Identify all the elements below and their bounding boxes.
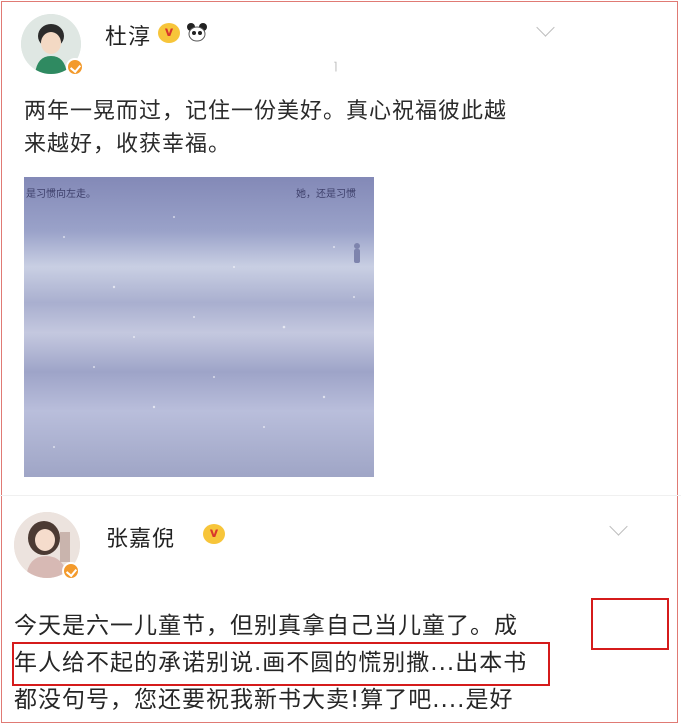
divider-mark: ⌉ [333,60,338,73]
post-image[interactable]: 是习惯向左走。 她，还是习惯 [24,177,374,477]
panda-icon [187,23,207,42]
emoji-icon: v [203,524,225,544]
post-text-line: 都没句号，您还要祝我新书大卖!算了吧....是好 [14,687,514,713]
post-divider [0,495,681,496]
post-text-line: 今天是六一儿童节，但别真拿自己当儿童了。成 [14,613,518,639]
username[interactable]: 张嘉倪 [106,521,175,553]
highlight-box [591,598,669,650]
image-caption-left: 是习惯向左走。 [26,189,96,200]
post-text-line: 来越好，收获幸福。 [24,132,232,157]
emoji-icon: v [158,23,180,43]
verified-icon [66,58,84,76]
highlight-box [12,642,550,686]
post-text: 两年一晃而过，记住一份美好。真心祝福彼此越 来越好，收获幸福。 [24,95,584,161]
username[interactable]: 杜淳 [105,19,151,51]
post-text-line: 两年一晃而过，记住一份美好。真心祝福彼此越 [24,99,508,124]
image-caption-right: 她，还是习惯 [296,189,356,200]
verified-icon [62,562,80,580]
